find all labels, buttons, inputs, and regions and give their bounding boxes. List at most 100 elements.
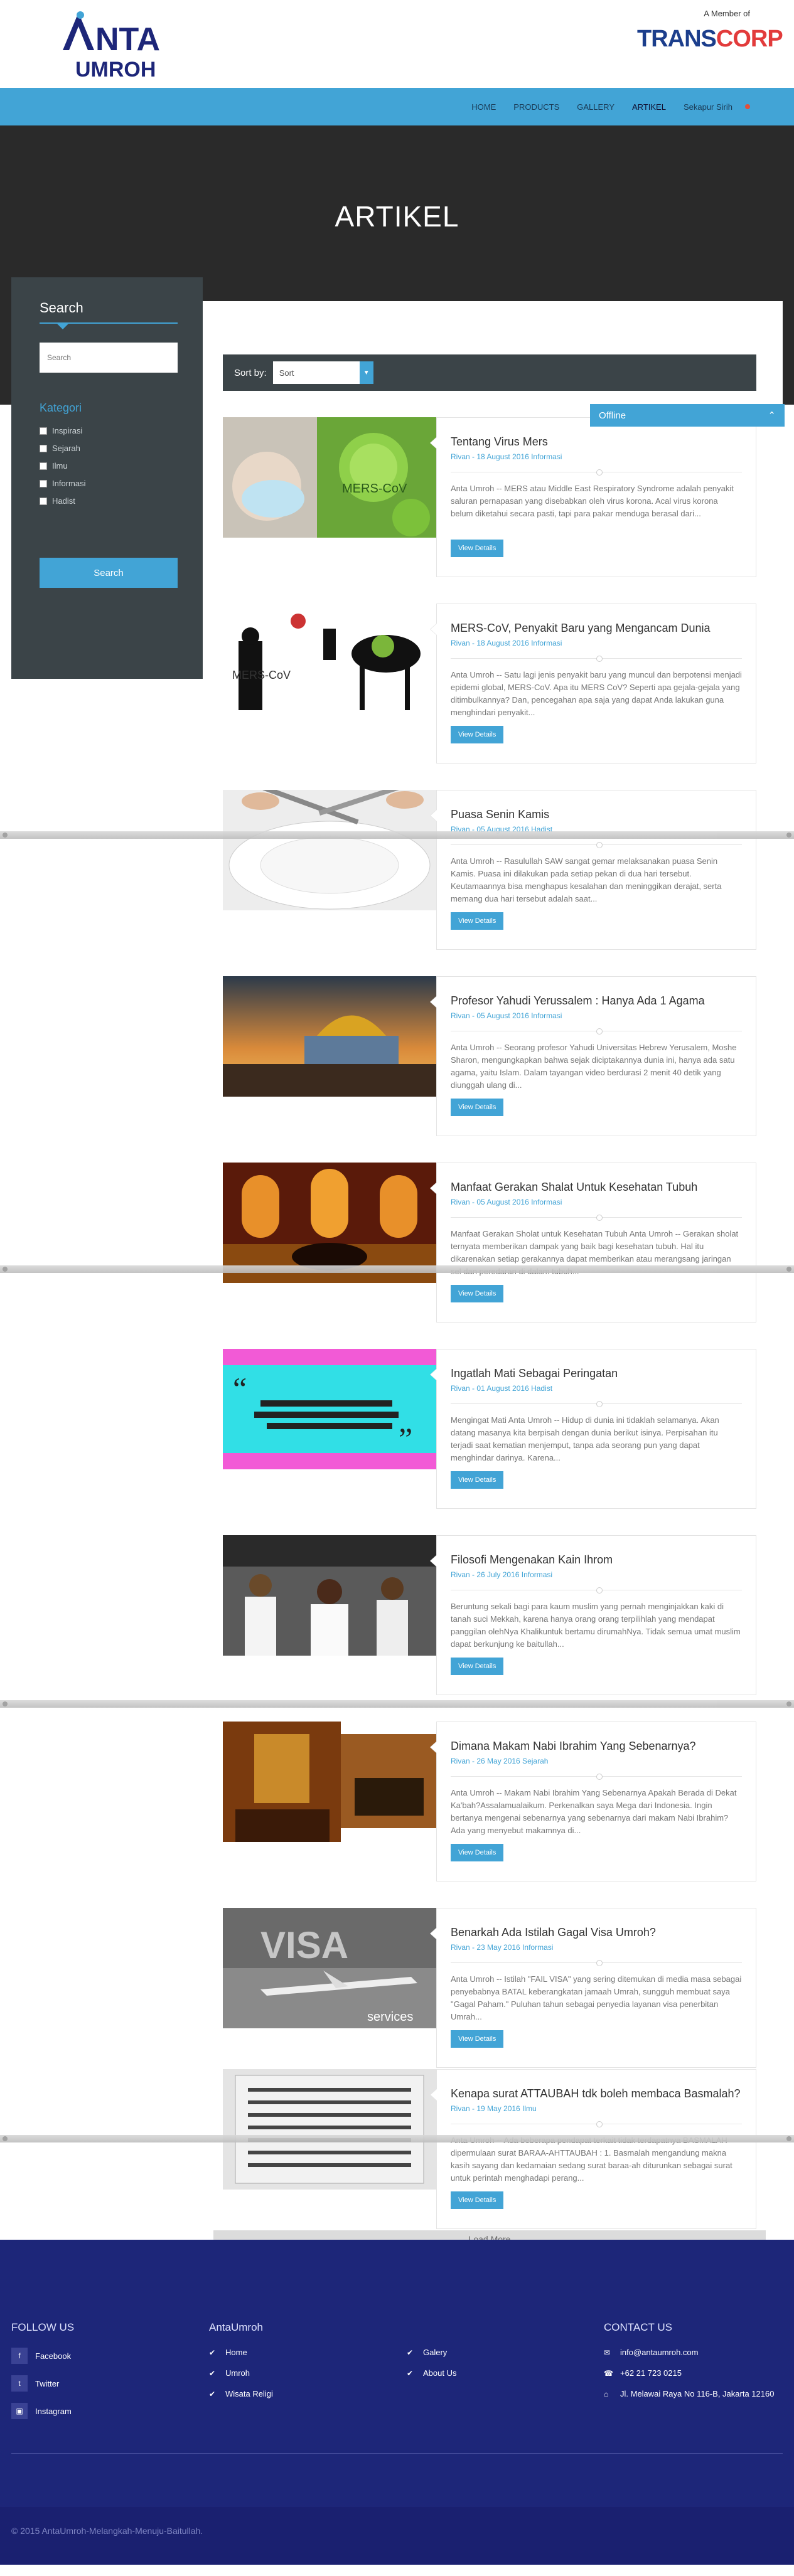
- checkbox[interactable]: [40, 462, 47, 470]
- article-meta: Rivan - 05 August 2016 Informasi: [451, 1198, 562, 1206]
- check-icon: ✔: [407, 2368, 414, 2378]
- phone-icon: ☎: [604, 2368, 613, 2378]
- view-details-button[interactable]: View Details: [451, 540, 504, 557]
- search-button[interactable]: Search: [40, 558, 178, 588]
- checkbox[interactable]: [40, 427, 47, 435]
- scroll-seam: [0, 1265, 794, 1273]
- header-bar: NTA UMROH A Member of TRANSCORP: [0, 0, 794, 88]
- article-title[interactable]: Dimana Makam Nabi Ibrahim Yang Sebenarny…: [451, 1740, 742, 1753]
- article-excerpt: Anta Umroh -- MERS atau Middle East Resp…: [451, 484, 734, 518]
- article-image-quote[interactable]: “”: [223, 1349, 436, 1469]
- category-ilmu[interactable]: Ilmu: [40, 461, 174, 471]
- svg-text:MERS-CoV: MERS-CoV: [342, 482, 407, 496]
- article-image-tomb[interactable]: [223, 1722, 436, 1842]
- follow-us-column: FOLLOW US f Facebook t Twitter ▣ Instagram: [11, 2321, 74, 2430]
- view-details-button[interactable]: View Details: [451, 1471, 504, 1489]
- category-informasi[interactable]: Informasi: [40, 479, 174, 488]
- article-image-virus[interactable]: MERS-CoV: [223, 417, 436, 538]
- footer-link-about-us[interactable]: ✔ About Us: [407, 2368, 456, 2378]
- social-instagram[interactable]: ▣ Instagram: [11, 2403, 74, 2419]
- view-details-button[interactable]: View Details: [451, 912, 504, 930]
- nav-artikel[interactable]: ARTIKEL: [623, 102, 675, 112]
- member-of-transcorp: A Member of TRANSCORP: [637, 9, 783, 53]
- article-title[interactable]: Kenapa surat ATTAUBAH tdk boleh membaca …: [451, 2087, 742, 2100]
- view-details-button[interactable]: View Details: [451, 1844, 504, 1861]
- nav-sekapur-sirih[interactable]: Sekapur Sirih: [675, 102, 741, 112]
- article-title[interactable]: Benarkah Ada Istilah Gagal Visa Umroh?: [451, 1926, 742, 1939]
- logo-graphic: NTA UMROH: [63, 11, 160, 82]
- nav-gallery[interactable]: GALLERY: [568, 102, 623, 112]
- article-excerpt: Anta Umroh -- Satu lagi jenis penyakit b…: [451, 670, 742, 717]
- view-details-button[interactable]: View Details: [451, 2030, 504, 2048]
- view-details-button[interactable]: View Details: [451, 1099, 504, 1116]
- footer-link-wisata-religi[interactable]: ✔ Wisata Religi: [209, 2389, 273, 2398]
- footer-link-galery[interactable]: ✔ Galery: [407, 2348, 456, 2357]
- article-image-visa[interactable]: VISA services: [223, 1908, 436, 2028]
- article-meta: Rivan - 26 May 2016 Sejarah: [451, 1757, 549, 1765]
- category-inspirasi[interactable]: Inspirasi: [40, 426, 174, 435]
- sidebar-title: Search: [40, 300, 83, 316]
- search-input[interactable]: [40, 343, 178, 373]
- article-image-plate[interactable]: [223, 790, 436, 910]
- article-image-dome[interactable]: [223, 976, 436, 1097]
- footer-link-umroh[interactable]: ✔ Umroh: [209, 2368, 273, 2378]
- checkbox[interactable]: [40, 479, 47, 487]
- view-details-button[interactable]: View Details: [451, 726, 504, 743]
- article-card: MERS-CoV MERS-CoV, Penyakit Baru yang Me…: [223, 604, 756, 764]
- footer-divider: [11, 2453, 783, 2454]
- category-hadist[interactable]: Hadist: [40, 496, 174, 506]
- article-body: MERS-CoV, Penyakit Baru yang Mengancam D…: [430, 604, 756, 764]
- article-body: Tentang Virus Mers Rivan - 18 August 201…: [430, 417, 756, 577]
- envelope-icon: ✉: [604, 2348, 611, 2357]
- nav-products[interactable]: PRODUCTS: [505, 102, 568, 112]
- article-excerpt: Anta Umroh -- Istilah "FAIL VISA" yang s…: [451, 1974, 742, 2021]
- check-icon: ✔: [209, 2348, 216, 2357]
- logo-sub: UMROH: [75, 58, 156, 80]
- view-details-button[interactable]: View Details: [451, 1658, 504, 1675]
- article-body: Puasa Senin Kamis Rivan - 05 August 2016…: [430, 790, 756, 950]
- nav-home[interactable]: HOME: [463, 102, 505, 112]
- article-card: VISA services Benarkah Ada Istilah Gagal …: [223, 1908, 756, 2068]
- social-twitter[interactable]: t Twitter: [11, 2375, 74, 2392]
- chat-offline-widget[interactable]: Offline ⌃: [590, 404, 785, 427]
- article-title[interactable]: Puasa Senin Kamis: [451, 808, 742, 821]
- contact-email[interactable]: ✉ info@antaumroh.com: [604, 2348, 774, 2357]
- article-image-quran[interactable]: [223, 2069, 436, 2190]
- copyright: © 2015 AntaUmroh-Melangkah-Menuju-Baitul…: [0, 2507, 794, 2565]
- chevron-up-icon[interactable]: ⌃: [768, 410, 776, 421]
- article-excerpt: Anta Umroh -- Seorang profesor Yahudi Un…: [451, 1043, 737, 1090]
- sort-select[interactable]: Sort ▼: [272, 361, 373, 384]
- site-links-column-2: ✔ Galery ✔ About Us: [407, 2348, 456, 2389]
- article-title[interactable]: Manfaat Gerakan Shalat Untuk Kesehatan T…: [451, 1181, 742, 1194]
- transcorp-logo[interactable]: TRANSCORP: [637, 26, 783, 53]
- category-sejarah[interactable]: Sejarah: [40, 444, 174, 453]
- footer-link-home[interactable]: ✔ Home: [209, 2348, 273, 2357]
- article-card: Profesor Yahudi Yerussalem : Hanya Ada 1…: [223, 976, 756, 1136]
- scroll-seam: [0, 831, 794, 839]
- article-body: Filosofi Mengenakan Kain Ihrom Rivan - 2…: [430, 1535, 756, 1695]
- article-card: “” Ingatlah Mati Sebagai Peringatan Riva…: [223, 1349, 756, 1509]
- contact-phone[interactable]: ☎ +62 21 723 0215: [604, 2368, 774, 2378]
- view-details-button[interactable]: View Details: [451, 1285, 504, 1302]
- article-image-ihram[interactable]: [223, 1535, 436, 1656]
- article-title[interactable]: Filosofi Mengenakan Kain Ihrom: [451, 1553, 742, 1567]
- article-meta: Rivan - 19 May 2016 Ilmu: [451, 2104, 537, 2113]
- article-image-camel[interactable]: MERS-CoV: [223, 604, 436, 724]
- social-facebook[interactable]: f Facebook: [11, 2348, 74, 2364]
- view-details-button[interactable]: View Details: [451, 2191, 504, 2209]
- article-title[interactable]: Tentang Virus Mers: [451, 435, 742, 449]
- instagram-icon: ▣: [11, 2403, 28, 2419]
- checkbox[interactable]: [40, 444, 47, 452]
- checkbox[interactable]: [40, 497, 47, 505]
- article-title[interactable]: Profesor Yahudi Yerussalem : Hanya Ada 1…: [451, 994, 742, 1008]
- chevron-down-icon[interactable]: ▼: [359, 361, 373, 384]
- anta-umroh-logo[interactable]: NTA UMROH: [56, 6, 188, 82]
- article-card: Kenapa surat ATTAUBAH tdk boleh membaca …: [223, 2069, 756, 2229]
- article-body: Kenapa surat ATTAUBAH tdk boleh membaca …: [430, 2069, 756, 2229]
- article-body: Ingatlah Mati Sebagai Peringatan Rivan -…: [430, 1349, 756, 1509]
- article-title[interactable]: MERS-CoV, Penyakit Baru yang Mengancam D…: [451, 622, 742, 635]
- divider: [451, 2121, 742, 2127]
- check-icon: ✔: [407, 2348, 414, 2357]
- divider: [451, 1773, 742, 1780]
- article-title[interactable]: Ingatlah Mati Sebagai Peringatan: [451, 1367, 742, 1380]
